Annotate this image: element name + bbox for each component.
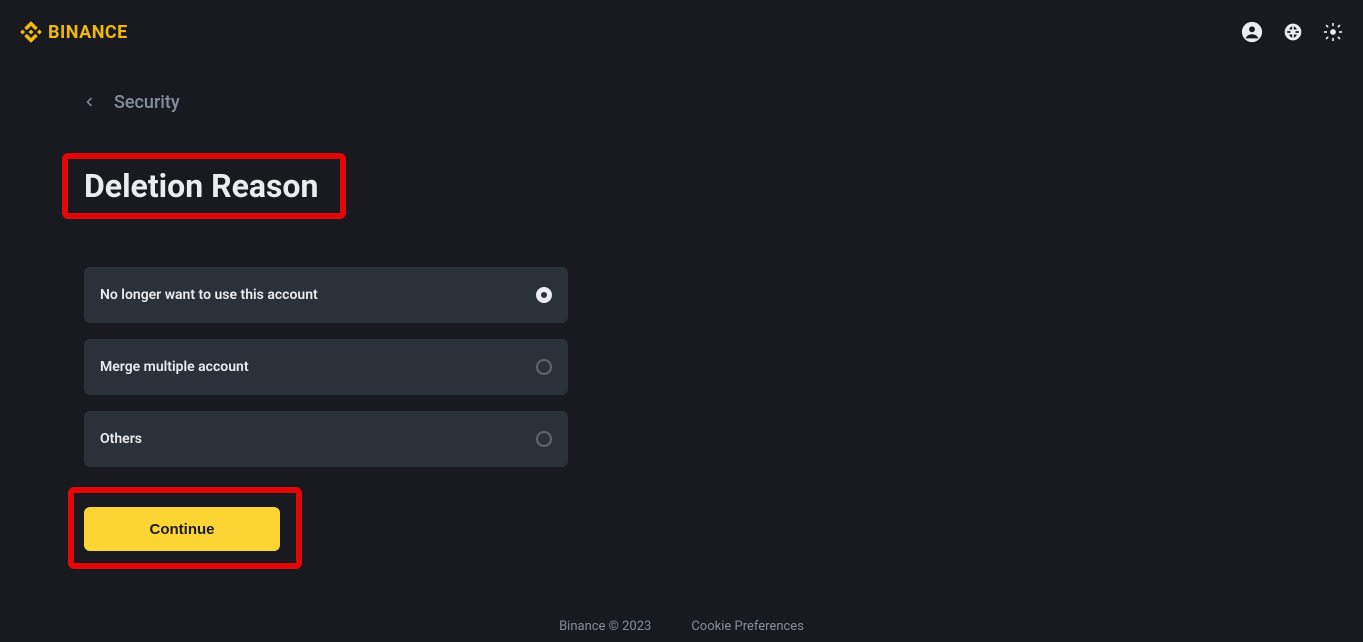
option-label: Merge multiple account bbox=[100, 359, 249, 375]
option-others[interactable]: Others bbox=[84, 411, 568, 467]
brand-logo[interactable]: BINANCE bbox=[20, 21, 128, 43]
option-label: No longer want to use this account bbox=[100, 287, 318, 303]
brand-text: BINANCE bbox=[48, 22, 128, 43]
breadcrumb-label[interactable]: Security bbox=[114, 92, 180, 113]
app-header: BINANCE bbox=[0, 0, 1363, 64]
radio-unselected-icon bbox=[536, 431, 552, 447]
theme-icon[interactable] bbox=[1323, 22, 1343, 42]
copyright-text: Binance © 2023 bbox=[559, 619, 651, 634]
continue-container: Continue bbox=[84, 507, 280, 551]
main-content: Security Deletion Reason No longer want … bbox=[0, 64, 1363, 551]
deletion-reason-options: No longer want to use this account Merge… bbox=[84, 267, 568, 467]
option-no-longer-use[interactable]: No longer want to use this account bbox=[84, 267, 568, 323]
option-merge-account[interactable]: Merge multiple account bbox=[84, 339, 568, 395]
footer: Binance © 2023 Cookie Preferences bbox=[0, 619, 1363, 634]
globe-icon[interactable] bbox=[1283, 22, 1303, 42]
user-icon[interactable] bbox=[1241, 21, 1263, 43]
binance-icon bbox=[20, 21, 42, 43]
header-actions bbox=[1241, 21, 1343, 43]
page-title: Deletion Reason bbox=[84, 153, 326, 219]
back-icon[interactable] bbox=[84, 92, 96, 113]
option-label: Others bbox=[100, 431, 142, 447]
radio-unselected-icon bbox=[536, 359, 552, 375]
cookie-preferences-link[interactable]: Cookie Preferences bbox=[691, 619, 804, 634]
radio-selected-icon bbox=[536, 287, 552, 303]
breadcrumb: Security bbox=[84, 92, 1363, 113]
page-title-container: Deletion Reason bbox=[84, 153, 326, 219]
continue-button[interactable]: Continue bbox=[84, 507, 280, 551]
